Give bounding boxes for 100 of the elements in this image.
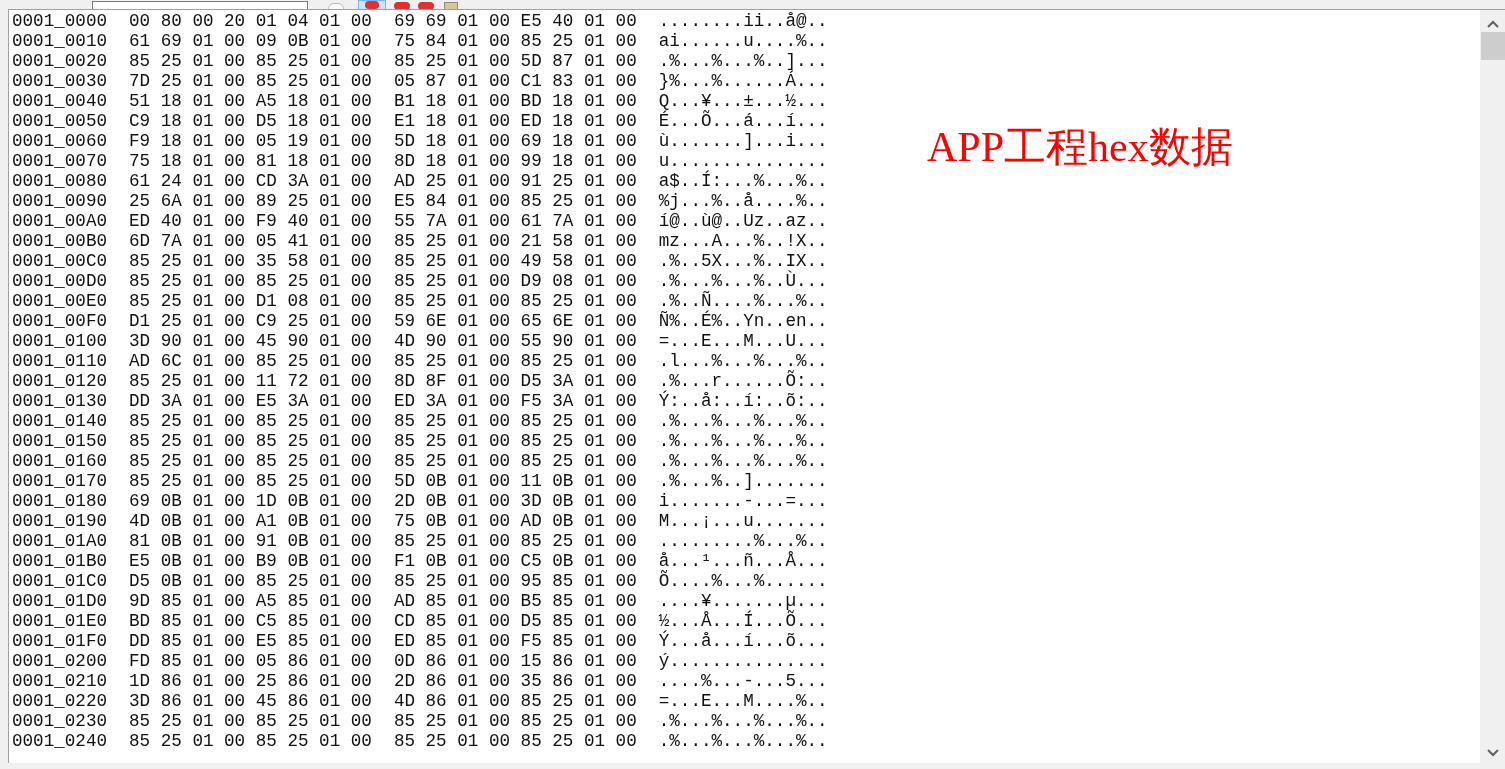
hex-bytes: 9D 85 01 00 A5 85 01 00	[129, 591, 372, 611]
hex-bytes: E5 84 01 00 85 25 01 00	[393, 191, 637, 211]
hex-bytes: E5 0B 01 00 B9 0B 01 00	[129, 551, 372, 571]
address-cell: 0001_00C0	[12, 251, 108, 271]
address-cell: 0001_00A0	[12, 211, 108, 231]
ascii-text: ý...............	[658, 651, 828, 671]
ascii-text: u...............	[658, 151, 828, 171]
ascii-text: í@..ù@..Uz..az..	[658, 211, 828, 231]
hex-bytes: ED 85 01 00 F5 85 01 00	[393, 631, 637, 651]
hex-bytes: DD 85 01 00 E5 85 01 00	[129, 631, 372, 651]
address-cell: 0001_0140	[12, 411, 108, 431]
hex-bytes: 85 25 01 00 85 25 01 00	[393, 531, 637, 551]
ascii-text: Ý:..å:..í:..õ:..	[658, 391, 828, 411]
ascii-text: .%...r......Õ:..	[658, 371, 828, 391]
hex-bytes: 5D 0B 01 00 11 0B 01 00	[393, 471, 637, 491]
address-cell: 0001_0010	[12, 31, 108, 51]
ascii-text: .%...%...%...%..	[658, 431, 828, 451]
ascii-text: É...Õ...á...í...	[658, 111, 828, 131]
hex-bytes: 69 0B 01 00 1D 0B 01 00	[129, 491, 372, 511]
address-cell: 0001_0240	[12, 731, 108, 751]
address-cell: 0001_0020	[12, 51, 108, 71]
address-cell: 0001_0110	[12, 351, 108, 371]
toolbar-icon[interactable]	[418, 2, 434, 9]
ascii-text: .%...%...%...%..	[658, 451, 828, 471]
address-cell: 0001_0220	[12, 691, 108, 711]
ascii-text: ai......u....%..	[658, 31, 828, 51]
address-cell: 0001_01E0	[12, 611, 108, 631]
address-cell: 0001_0120	[12, 371, 108, 391]
ascii-text: ù.......]...i...	[658, 131, 828, 151]
hex-bytes: 55 7A 01 00 61 7A 01 00	[393, 211, 637, 231]
address-cell: 0001_00F0	[12, 311, 108, 331]
hex-bytes: 61 69 01 00 09 0B 01 00	[129, 31, 372, 51]
address-cell: 0001_01B0	[12, 551, 108, 571]
hex-bytes: 85 25 01 00 85 25 01 00	[129, 451, 372, 471]
hex-bytes: 61 24 01 00 CD 3A 01 00	[129, 171, 372, 191]
hex-bytes: 85 25 01 00 85 25 01 00	[393, 731, 637, 751]
hex-bytes: 00 80 00 20 01 04 01 00	[129, 11, 372, 31]
hex-bytes: 6D 7A 01 00 05 41 01 00	[129, 231, 372, 251]
ascii-text: Õ....%...%......	[658, 571, 828, 591]
hex-bytes: 1D 86 01 00 25 86 01 00	[129, 671, 372, 691]
address-cell: 0001_0050	[12, 111, 108, 131]
hex-bytes: 75 84 01 00 85 25 01 00	[393, 31, 637, 51]
hex-bytes: 75 18 01 00 81 18 01 00	[129, 151, 372, 171]
hex-bytes: 85 25 01 00 95 85 01 00	[393, 571, 637, 591]
toolbar-icon[interactable]	[394, 2, 410, 9]
hex-bytes: 2D 86 01 00 35 86 01 00	[393, 671, 637, 691]
hex-bytes: 85 25 01 00 85 25 01 00	[129, 471, 372, 491]
ascii-text: .%..5X...%..IX..	[658, 251, 828, 271]
hex-bytes: 85 25 01 00 85 25 01 00	[393, 291, 637, 311]
ascii-text: =...E...M....%..	[658, 691, 828, 711]
address-cell: 0001_0000	[12, 11, 108, 31]
hex-bytes: 3D 86 01 00 45 86 01 00	[129, 691, 372, 711]
address-cell: 0001_0160	[12, 451, 108, 471]
ascii-text: å...¹...ñ...Å...	[658, 551, 828, 571]
address-cell: 0001_0190	[12, 511, 108, 531]
address-cell: 0001_01D0	[12, 591, 108, 611]
hex-bytes: D1 25 01 00 C9 25 01 00	[129, 311, 372, 331]
scrollbar-thumb[interactable]	[1480, 32, 1505, 60]
hex-bytes: BD 85 01 00 C5 85 01 00	[129, 611, 372, 631]
address-cell: 0001_0070	[12, 151, 108, 171]
hex-bytes: 7D 25 01 00 85 25 01 00	[129, 71, 372, 91]
hex-bytes: E1 18 01 00 ED 18 01 00	[393, 111, 637, 131]
scroll-up-icon[interactable]	[1486, 20, 1499, 28]
ascii-text: ........ii..å@..	[658, 11, 828, 31]
address-cell: 0001_0200	[12, 651, 108, 671]
hex-bytes: AD 6C 01 00 85 25 01 00	[129, 351, 372, 371]
hex-bytes: F9 18 01 00 05 19 01 00	[129, 131, 372, 151]
scroll-down-icon[interactable]	[1486, 749, 1499, 757]
toolbar-icon[interactable]	[444, 2, 458, 9]
hex-bytes: AD 25 01 00 91 25 01 00	[393, 171, 637, 191]
hex-bytes: FD 85 01 00 05 86 01 00	[129, 651, 372, 671]
ascii-text: ½...Å...Í...Õ...	[658, 611, 828, 631]
address-cell: 0001_0060	[12, 131, 108, 151]
hex-bytes: 85 25 01 00 85 25 01 00	[129, 431, 372, 451]
address-cell: 0001_0210	[12, 671, 108, 691]
ascii-text: ....%...-...5...	[658, 671, 828, 691]
ascii-text: }%...%......Á...	[658, 71, 828, 91]
hex-bytes: 85 25 01 00 85 25 01 00	[393, 451, 637, 471]
address-cell: 0001_01A0	[12, 531, 108, 551]
ascii-text: %j...%..å....%..	[658, 191, 828, 211]
address-cell: 0001_01F0	[12, 631, 108, 651]
ascii-text: ....¥.......µ...	[658, 591, 828, 611]
ascii-text: =...E...M...U...	[658, 331, 828, 351]
hex-bytes: 85 25 01 00 85 25 01 00	[393, 351, 637, 371]
address-cell: 0001_00D0	[12, 271, 108, 291]
address-cell: 0001_01C0	[12, 571, 108, 591]
hex-bytes: 85 25 01 00 85 25 01 00	[129, 271, 372, 291]
ascii-text: .%...%...%..Ù...	[658, 271, 828, 291]
hex-bytes: 8D 18 01 00 99 18 01 00	[393, 151, 637, 171]
hex-bytes: 05 87 01 00 C1 83 01 00	[393, 71, 637, 91]
ascii-text: a$..Í:...%...%..	[658, 171, 828, 191]
hex-bytes: D5 0B 01 00 85 25 01 00	[129, 571, 372, 591]
address-cell: 0001_0130	[12, 391, 108, 411]
hex-bytes: 2D 0B 01 00 3D 0B 01 00	[393, 491, 637, 511]
hex-bytes: 85 25 01 00 85 25 01 00	[129, 411, 372, 431]
hex-bytes: 5D 18 01 00 69 18 01 00	[393, 131, 637, 151]
address-cell: 0001_0170	[12, 471, 108, 491]
hex-bytes: 69 69 01 00 E5 40 01 00	[393, 11, 637, 31]
address-cell: 0001_0100	[12, 331, 108, 351]
hex-bytes: ED 3A 01 00 F5 3A 01 00	[393, 391, 637, 411]
